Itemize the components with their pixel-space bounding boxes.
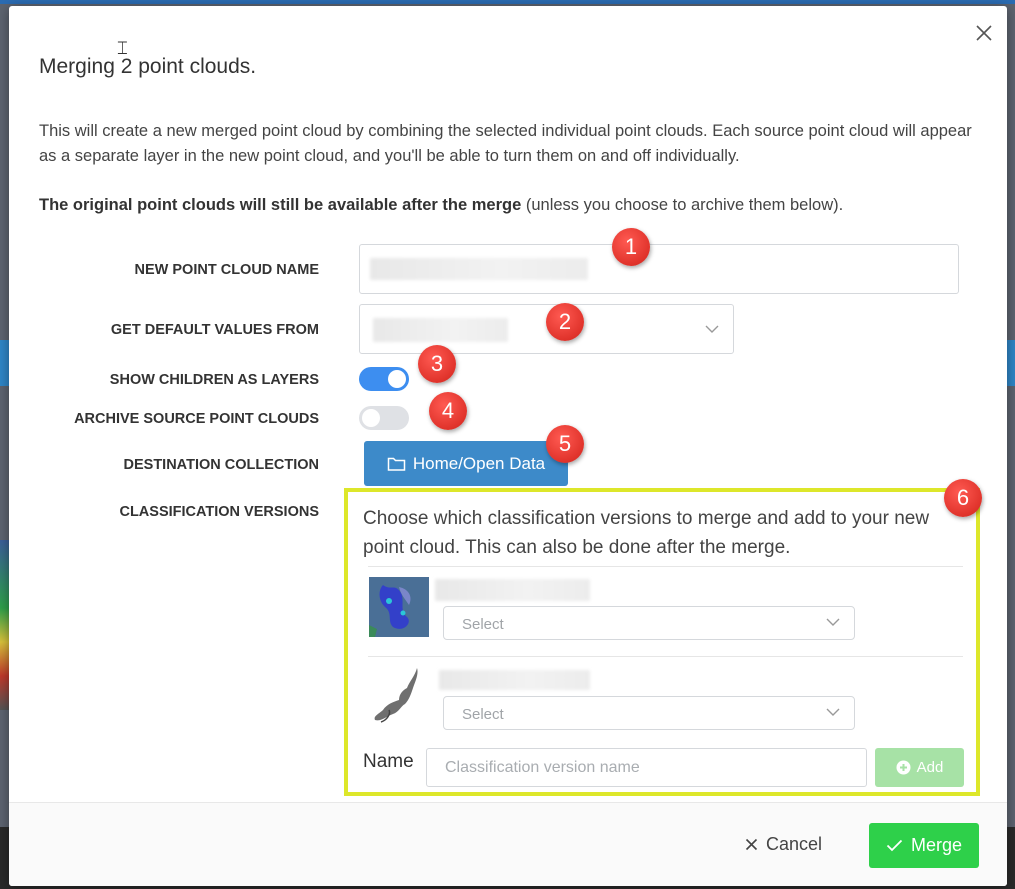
show-children-toggle[interactable]	[359, 367, 409, 391]
app-bg-strip-right	[1007, 340, 1015, 386]
dialog-footer	[9, 802, 1007, 886]
dialog-title: Merging 2 point clouds.	[39, 55, 257, 78]
select-placeholder: Select	[462, 706, 504, 723]
annotation-badge-6: 6	[944, 479, 982, 517]
add-classification-button[interactable]: Add	[875, 748, 964, 787]
dialog-note: The original point clouds will still be …	[39, 196, 843, 215]
classification-versions-panel: Choose which classification versions to …	[344, 488, 980, 796]
merge-button[interactable]: Merge	[869, 823, 979, 868]
chevron-down-icon	[826, 618, 840, 626]
toggle-knob	[362, 409, 380, 427]
classification-select[interactable]: Select	[443, 696, 855, 730]
note-bold: The original point clouds will still be …	[39, 196, 522, 214]
cancel-label: Cancel	[766, 834, 823, 854]
redacted-cloud-name	[439, 670, 590, 690]
annotation-badge-3: 3	[418, 345, 456, 383]
close-icon[interactable]	[973, 22, 995, 44]
defaults-label: GET DEFAULT VALUES FROM	[110, 322, 319, 338]
merge-label: Merge	[910, 835, 963, 855]
destination-collection-button[interactable]: Home/Open Data	[364, 441, 568, 486]
chevron-down-icon	[705, 325, 719, 333]
destination-label: DESTINATION COLLECTION	[123, 457, 319, 473]
classification-label: CLASSIFICATION VERSIONS	[119, 504, 319, 520]
dialog-description: This will create a new merged point clou…	[39, 122, 972, 165]
chevron-down-icon	[826, 708, 840, 716]
classification-name-input[interactable]: Classification version name	[426, 748, 867, 787]
toggle-knob	[388, 370, 406, 388]
archive-source-toggle[interactable]	[359, 406, 409, 430]
select-placeholder: Select	[462, 616, 504, 633]
children-label: SHOW CHILDREN AS LAYERS	[109, 372, 319, 388]
redacted-name-value	[370, 258, 588, 280]
merge-dialog: ⌶ Merging 2 point clouds. This will crea…	[9, 6, 1007, 886]
annotation-badge-4: 4	[429, 392, 467, 430]
app-top-bar	[0, 0, 1015, 4]
plus-circle-icon	[896, 760, 911, 775]
check-icon	[886, 839, 903, 852]
row-divider	[368, 656, 963, 657]
point-cloud-thumbnail	[369, 577, 429, 637]
point-cloud-name-input[interactable]	[359, 244, 959, 294]
cancel-button[interactable]: Cancel	[745, 834, 822, 855]
app-bg-thumbnail	[0, 540, 9, 710]
row-divider	[368, 566, 963, 567]
redacted-default-value	[373, 318, 508, 342]
app-bg-strip	[0, 340, 9, 386]
classification-description: Choose which classification versions to …	[363, 508, 930, 558]
classification-name-label: Name	[363, 751, 414, 772]
annotation-badge-1: 1	[612, 228, 650, 266]
point-cloud-thumbnail	[369, 664, 429, 724]
annotation-badge-2: 2	[546, 303, 584, 341]
destination-button-label: Home/Open Data	[412, 453, 546, 473]
annotation-badge-5: 5	[546, 425, 584, 463]
folder-icon	[387, 457, 406, 471]
archive-label: ARCHIVE SOURCE POINT CLOUDS	[74, 411, 319, 427]
redacted-cloud-name	[435, 579, 590, 601]
close-icon	[745, 838, 758, 851]
classification-select[interactable]: Select	[443, 606, 855, 640]
name-label: NEW POINT CLOUD NAME	[134, 262, 319, 278]
note-rest: (unless you choose to archive them below…	[521, 196, 844, 214]
add-button-label: Add	[916, 759, 944, 776]
